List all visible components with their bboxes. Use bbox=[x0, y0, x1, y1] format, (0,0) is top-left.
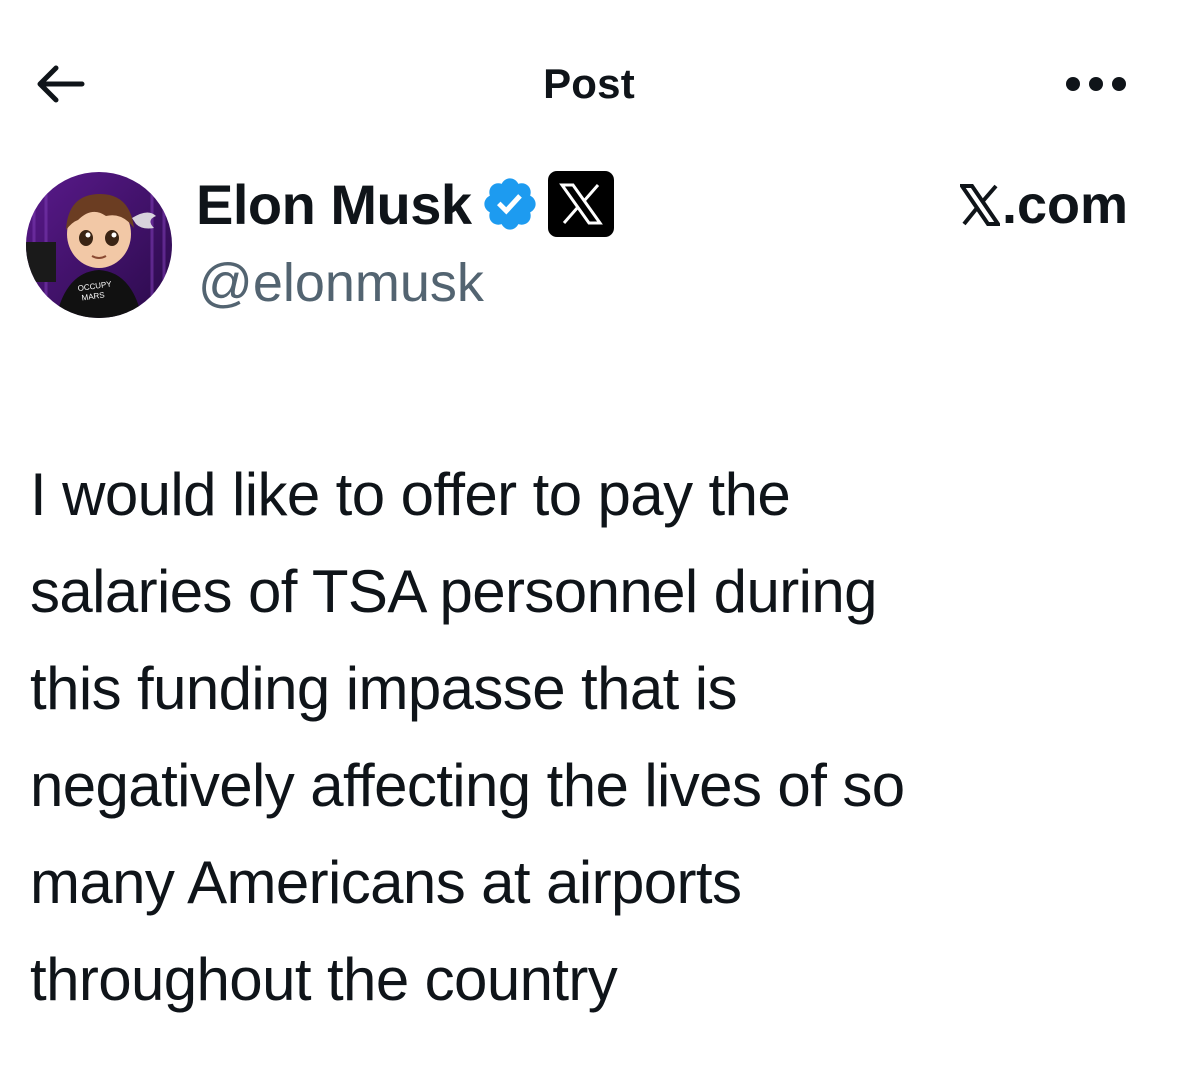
post-source: .com bbox=[959, 170, 1128, 240]
author-display-name[interactable]: Elon Musk bbox=[196, 172, 472, 237]
more-options-button[interactable] bbox=[1054, 62, 1138, 110]
post-source-label: .com bbox=[1001, 175, 1128, 235]
author-name-row: Elon Musk bbox=[196, 166, 614, 242]
verified-badge-icon[interactable] bbox=[480, 174, 540, 234]
x-logo-icon[interactable] bbox=[547, 171, 614, 237]
post-text: I would like to offer to pay the salarie… bbox=[30, 461, 905, 1013]
more-horizontal-icon bbox=[1063, 74, 1129, 99]
avatar[interactable]: OCCUPY MARS bbox=[26, 172, 172, 318]
page-title: Post bbox=[543, 60, 635, 107]
x-logo-icon bbox=[959, 184, 1000, 226]
top-bar: Post bbox=[0, 0, 1178, 170]
author-handle[interactable]: @elonmusk bbox=[198, 252, 484, 314]
